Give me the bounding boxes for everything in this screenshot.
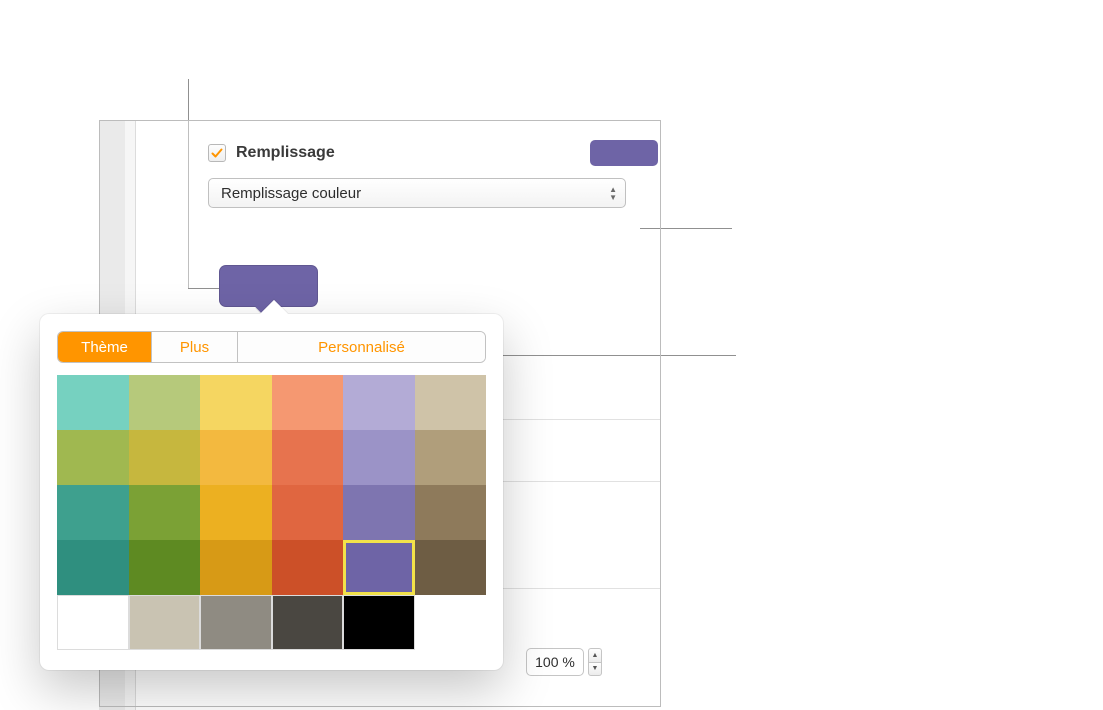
color-swatch[interactable] [272, 375, 344, 430]
fill-color-well[interactable] [219, 265, 318, 307]
color-swatch[interactable] [200, 540, 272, 595]
color-swatch[interactable] [343, 540, 415, 595]
checkmark-icon [211, 147, 223, 159]
color-swatch[interactable] [200, 595, 272, 650]
stepper-down-icon[interactable]: ▼ [588, 662, 602, 677]
color-swatch[interactable] [343, 595, 415, 650]
opacity-field[interactable]: 100 % [526, 648, 584, 676]
color-picker-popover: Thème Plus Personnalisé [40, 314, 503, 670]
color-swatch[interactable] [343, 430, 415, 485]
color-swatch[interactable] [200, 485, 272, 540]
color-picker-tabs: Thème Plus Personnalisé [57, 331, 486, 363]
color-swatch[interactable] [343, 485, 415, 540]
opacity-stepper: ▲ ▼ [588, 648, 602, 676]
color-swatch[interactable] [272, 595, 344, 650]
color-swatch[interactable] [272, 485, 344, 540]
fill-checkbox[interactable] [208, 144, 226, 162]
color-swatch[interactable] [57, 485, 129, 540]
fill-label: Remplissage [236, 144, 335, 162]
opacity-control: 100 % ▲ ▼ [526, 648, 602, 676]
color-swatch[interactable] [272, 430, 344, 485]
color-swatch[interactable] [415, 430, 487, 485]
color-swatch[interactable] [415, 375, 487, 430]
color-swatch[interactable] [129, 540, 201, 595]
color-swatch[interactable] [57, 595, 129, 650]
color-swatch[interactable] [129, 595, 201, 650]
color-swatch[interactable] [129, 485, 201, 540]
tab-theme[interactable]: Thème [58, 332, 152, 362]
color-swatch[interactable] [57, 430, 129, 485]
style-inspector: Remplissage Remplissage couleur ▲▼ [208, 140, 658, 208]
color-swatch[interactable] [129, 375, 201, 430]
fill-type-value: Remplissage couleur [221, 185, 361, 202]
stepper-up-icon[interactable]: ▲ [588, 648, 602, 662]
section-separator [503, 419, 660, 420]
theme-swatch-grid [57, 375, 486, 650]
callout-line [188, 120, 189, 288]
fill-type-dropdown[interactable]: Remplissage couleur ▲▼ [208, 178, 626, 208]
fill-header-row: Remplissage [208, 140, 658, 166]
color-swatch[interactable] [200, 375, 272, 430]
callout-line [640, 228, 732, 229]
color-swatch[interactable] [57, 375, 129, 430]
color-swatch[interactable] [415, 485, 487, 540]
callout-line [188, 79, 189, 120]
tab-custom[interactable]: Personnalisé [238, 332, 485, 362]
section-separator [503, 481, 660, 482]
color-swatch[interactable] [343, 375, 415, 430]
color-swatch[interactable] [129, 430, 201, 485]
tab-more[interactable]: Plus [152, 332, 238, 362]
fill-preview-swatch[interactable] [590, 140, 658, 166]
color-swatch[interactable] [272, 540, 344, 595]
color-swatch[interactable] [415, 540, 487, 595]
chevrons-up-down-icon: ▲▼ [609, 186, 617, 201]
color-swatch[interactable] [200, 430, 272, 485]
color-swatch[interactable] [57, 540, 129, 595]
section-separator [503, 588, 660, 589]
